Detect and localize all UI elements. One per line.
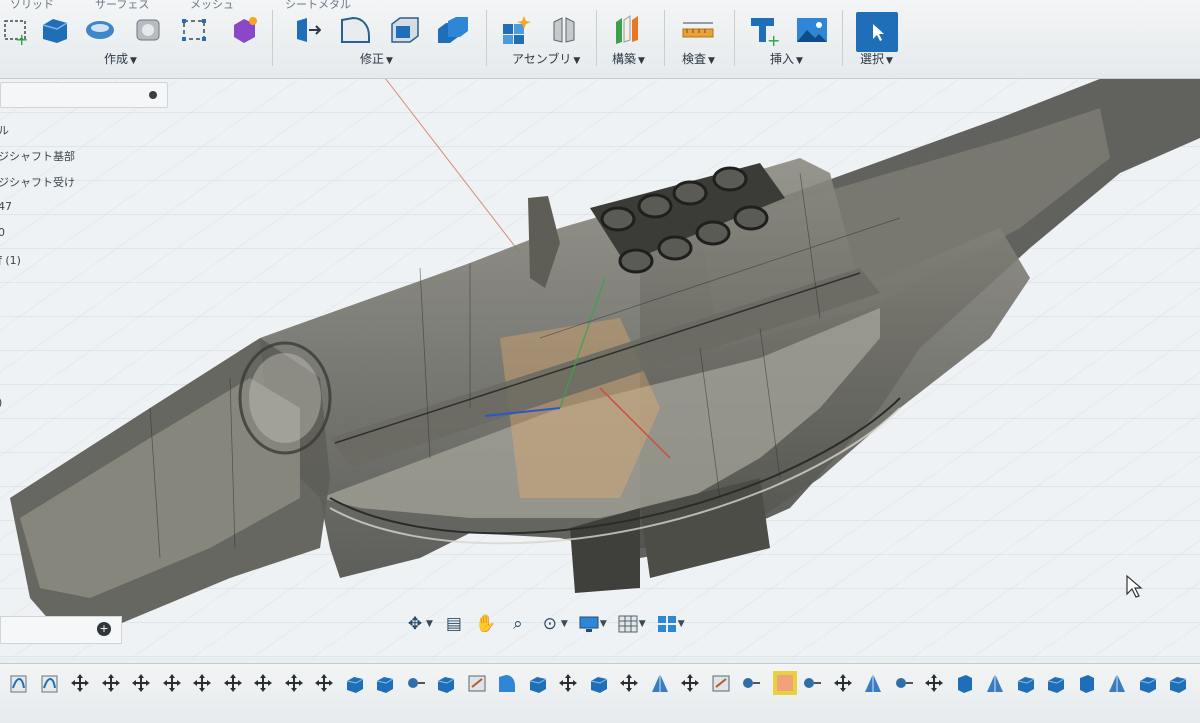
look-at-icon[interactable]: ▤: [439, 611, 469, 637]
cad-application-window: ソリッド サーフェス メッシュ シートメタル + 作成 ▼ 修正 ▼ アセンブリ…: [0, 0, 1200, 723]
tab-surface[interactable]: サーフェス: [95, 0, 149, 12]
timeline-sketch-icon[interactable]: [39, 672, 61, 694]
timeline-sketch-plane-icon[interactable]: [710, 672, 732, 694]
svg-text:+: +: [767, 31, 780, 46]
timeline-move-icon[interactable]: [313, 672, 335, 694]
timeline-draft-icon[interactable]: [1106, 672, 1128, 694]
offset-plane-icon[interactable]: [608, 12, 644, 48]
timeline-extrude-icon[interactable]: [1167, 672, 1189, 694]
comments-panel: +: [0, 616, 122, 644]
toolbar-separator: [664, 10, 665, 66]
select-group-label[interactable]: 選択 ▼: [860, 50, 893, 67]
add-comment-icon[interactable]: +: [97, 622, 111, 636]
timeline-extrude-icon[interactable]: [374, 672, 396, 694]
timeline-move-icon[interactable]: [161, 672, 183, 694]
timeline-move-icon[interactable]: [100, 672, 122, 694]
browser-item[interactable]: 0: [0, 226, 5, 239]
browser-panel: ル ジシャフト基部 ジシャフト受け 47 0 ƒ (1) ): [0, 78, 170, 638]
timeline-extrude-icon[interactable]: [344, 672, 366, 694]
zoom-icon[interactable]: ⌕: [503, 611, 533, 637]
timeline-extrude-icon[interactable]: [1137, 672, 1159, 694]
timeline-extrude-icon[interactable]: [1015, 672, 1037, 694]
design-timeline: [0, 663, 1200, 723]
timeline-joint-icon[interactable]: [405, 672, 427, 694]
timeline-sketch-plane-icon[interactable]: [466, 672, 488, 694]
timeline-draft-icon[interactable]: [984, 672, 1006, 694]
insert-image-icon[interactable]: [794, 12, 830, 48]
timeline-move-icon[interactable]: [130, 672, 152, 694]
insert-derive-icon[interactable]: +: [746, 12, 782, 48]
timeline-move-icon[interactable]: [618, 672, 640, 694]
timeline-box-icon[interactable]: [1076, 672, 1098, 694]
timeline-move-icon[interactable]: [557, 672, 579, 694]
combine-icon[interactable]: [434, 12, 470, 48]
tab-solid[interactable]: ソリッド: [10, 0, 54, 12]
extrude-icon[interactable]: [36, 12, 72, 48]
navigation-bar: ✥ ▼ ▤ ✋ ⌕ ⊙ ▼ ▼ ▼ ▼: [400, 608, 710, 640]
assemble-group-label[interactable]: アセンブリ ▼: [512, 50, 580, 67]
fillet-icon[interactable]: [337, 12, 373, 48]
timeline-extrude-icon[interactable]: [435, 672, 457, 694]
timeline-sketch-icon[interactable]: [8, 672, 30, 694]
timeline-joint-icon[interactable]: [801, 672, 823, 694]
timeline-extrude-icon[interactable]: [588, 672, 610, 694]
timeline-draft-icon[interactable]: [862, 672, 884, 694]
timeline-extrude-icon[interactable]: [527, 672, 549, 694]
timeline-extrude-icon[interactable]: [1045, 672, 1067, 694]
toolbar-separator: [734, 10, 735, 66]
form-icon[interactable]: [226, 12, 262, 48]
new-component-icon[interactable]: [498, 12, 534, 48]
timeline-fillet-icon[interactable]: [496, 672, 518, 694]
browser-item[interactable]: ): [0, 396, 2, 409]
measure-icon[interactable]: [680, 12, 716, 48]
browser-pin-icon[interactable]: [149, 91, 157, 99]
mouse-cursor-icon: [1124, 574, 1144, 604]
browser-item[interactable]: ƒ (1): [0, 254, 21, 267]
insert-group-label[interactable]: 挿入 ▼: [770, 50, 803, 67]
inspect-group-label[interactable]: 検査 ▼: [682, 50, 715, 67]
timeline-move-icon[interactable]: [69, 672, 91, 694]
svg-text:+: +: [15, 30, 28, 45]
toolbar-separator: [272, 10, 273, 66]
tab-sheet-metal[interactable]: シートメタル: [285, 0, 351, 12]
viewport-canvas[interactable]: [0, 73, 1200, 658]
loft-icon[interactable]: [176, 12, 212, 48]
press-pull-icon[interactable]: [288, 12, 324, 48]
browser-item[interactable]: ジシャフト基部: [0, 148, 75, 164]
toolbar-separator: [486, 10, 487, 66]
modify-group-label[interactable]: 修正 ▼: [360, 50, 393, 67]
timeline-move-icon[interactable]: [832, 672, 854, 694]
timeline-move-icon[interactable]: [222, 672, 244, 694]
create-group-label[interactable]: 作成 ▼: [104, 50, 137, 67]
toolbar-separator: [596, 10, 597, 66]
timeline-move-icon[interactable]: [283, 672, 305, 694]
workspace-tabs: ソリッド サーフェス メッシュ シートメタル: [0, 0, 1200, 12]
browser-item[interactable]: 47: [0, 200, 12, 213]
timeline-active-feature-icon[interactable]: [771, 669, 799, 697]
3d-viewport[interactable]: [0, 73, 1200, 658]
ribbon-toolbar: ソリッド サーフェス メッシュ シートメタル + 作成 ▼ 修正 ▼ アセンブリ…: [0, 0, 1200, 79]
timeline-box-icon[interactable]: [954, 672, 976, 694]
browser-header[interactable]: [0, 82, 168, 108]
browser-item[interactable]: ジシャフト受け: [0, 174, 75, 190]
timeline-joint-icon[interactable]: [740, 672, 762, 694]
tab-mesh[interactable]: メッシュ: [190, 0, 234, 12]
select-icon[interactable]: [856, 12, 898, 52]
timeline-move-icon[interactable]: [191, 672, 213, 694]
revolve-icon[interactable]: [82, 12, 118, 48]
browser-item[interactable]: ル: [0, 122, 9, 138]
toolbar-separator: [842, 10, 843, 66]
timeline-move-icon[interactable]: [923, 672, 945, 694]
pan-icon[interactable]: ✋: [471, 611, 501, 637]
sweep-icon[interactable]: [130, 12, 166, 48]
timeline-move-icon[interactable]: [679, 672, 701, 694]
timeline-joint-icon[interactable]: [893, 672, 915, 694]
construct-group-label[interactable]: 構築 ▼: [612, 50, 645, 67]
shell-icon[interactable]: [386, 12, 422, 48]
joint-icon[interactable]: [546, 12, 582, 48]
new-sketch-icon[interactable]: +: [0, 12, 36, 48]
timeline-move-icon[interactable]: [252, 672, 274, 694]
timeline-draft-icon[interactable]: [649, 672, 671, 694]
